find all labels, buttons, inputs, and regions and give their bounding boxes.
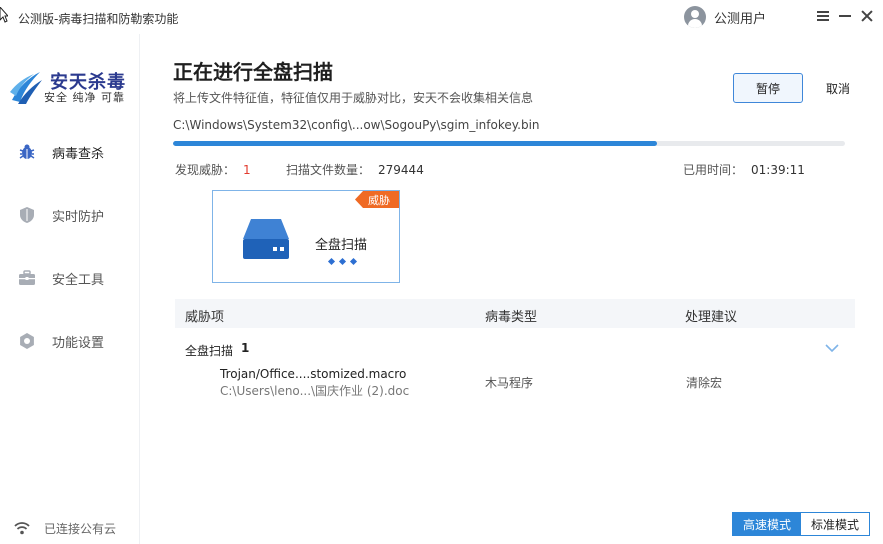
threats-found-value: 1 — [243, 163, 251, 177]
sidebar-item-realtime-protection[interactable]: 实时防护 — [0, 195, 139, 235]
threat-file-path: C:\Users\leno...\国庆作业 (2).doc — [220, 384, 410, 398]
scan-progress-fill — [173, 141, 657, 146]
toolbox-icon — [19, 270, 35, 285]
antiy-logo-icon — [10, 72, 42, 104]
current-scan-path: C:\Windows\System32\config\...ow\SogouPy… — [173, 118, 540, 132]
user-name[interactable]: 公测用户 — [714, 8, 766, 27]
sidebar-item-label: 安全工具 — [52, 273, 105, 288]
threat-group-row[interactable]: 全盘扫描 1 — [175, 339, 855, 361]
scan-mode-switch: 高速模式 标准模式 — [732, 512, 870, 536]
threat-name: Trojan/Office....stomized.macro — [220, 367, 407, 381]
hard-drive-icon — [243, 219, 289, 259]
bug-icon — [19, 144, 35, 159]
threat-group-label: 全盘扫描 — [185, 344, 234, 358]
sidebar-item-label: 实时防护 — [52, 210, 105, 225]
cancel-button[interactable]: 取消 — [813, 73, 863, 103]
cloud-connection-status: 已连接公有云 — [14, 518, 116, 538]
elapsed-time-label: 已用时间： — [683, 163, 744, 177]
table-row[interactable]: Trojan/Office....stomized.macro C:\Users… — [175, 366, 855, 400]
threats-found-label: 发现威胁： — [175, 163, 236, 177]
minimize-button[interactable] — [834, 5, 856, 27]
full-scan-label: 全盘扫描 — [315, 238, 368, 253]
threats-found-stat: 发现威胁： 1 — [175, 161, 251, 178]
user-avatar-icon[interactable] — [684, 6, 706, 28]
threat-badge: 威胁 — [355, 191, 399, 208]
wifi-icon — [14, 522, 30, 535]
shield-icon — [20, 207, 34, 223]
mouse-cursor-icon — [0, 7, 8, 23]
title-bar: 公测版-病毒扫描和防勒索功能 公测用户 — [0, 0, 883, 34]
scanning-dot — [349, 257, 358, 266]
sidebar-item-security-tools[interactable]: 安全工具 — [0, 258, 139, 298]
chevron-down-icon[interactable] — [825, 343, 839, 353]
cloud-status-label: 已连接公有云 — [44, 521, 117, 536]
files-scanned-label: 扫描文件数量： — [286, 163, 371, 177]
sidebar-item-label: 病毒查杀 — [52, 147, 105, 162]
sidebar-item-label: 功能设置 — [52, 336, 105, 351]
menu-line — [817, 15, 829, 17]
page-title: 正在进行全盘扫描 — [173, 60, 333, 84]
minimize-icon — [839, 15, 851, 17]
threat-advice: 清除宏 — [686, 376, 723, 390]
menu-line — [817, 11, 829, 13]
menu-button[interactable] — [812, 5, 834, 27]
scanning-indicator — [327, 257, 358, 266]
files-scanned-value: 279444 — [378, 163, 424, 177]
column-header-advice: 处理建议 — [685, 310, 738, 325]
gear-icon — [20, 333, 34, 349]
sidebar-item-virus-scan[interactable]: 病毒查杀 — [0, 132, 139, 172]
column-header-threat: 威胁项 — [185, 310, 225, 325]
scanning-dot — [327, 257, 336, 266]
close-button[interactable] — [856, 5, 878, 27]
scanning-dot — [338, 257, 347, 266]
user-account[interactable]: 公测用户 — [684, 5, 766, 29]
scan-progress-bar — [173, 141, 845, 146]
app-logo: 安天杀毒 安全 纯净 可靠 — [10, 66, 135, 106]
threat-table-header: 威胁项 病毒类型 处理建议 — [175, 299, 855, 328]
sidebar-item-settings[interactable]: 功能设置 — [0, 321, 139, 361]
sidebar: 安天杀毒 安全 纯净 可靠 病毒查杀 实时防护 安全工具 功能设置 已连接公有云 — [0, 34, 140, 544]
logo-subtitle: 安全 纯净 可靠 — [44, 91, 125, 104]
window-title: 公测版-病毒扫描和防勒索功能 — [18, 12, 179, 26]
threat-virus-type: 木马程序 — [485, 376, 534, 390]
elapsed-time-value: 01:39:11 — [751, 163, 805, 177]
pause-button[interactable]: 暂停 — [733, 73, 803, 103]
main-panel: 正在进行全盘扫描 将上传文件特征值，特征值仅用于威胁对比，安天不会收集相关信息 … — [141, 34, 883, 544]
page-subtitle: 将上传文件特征值，特征值仅用于威胁对比，安天不会收集相关信息 — [173, 91, 534, 105]
elapsed-time-stat: 已用时间： 01:39:11 — [683, 161, 805, 178]
threat-group-count: 1 — [241, 341, 250, 355]
fast-mode-button[interactable]: 高速模式 — [733, 513, 801, 535]
standard-mode-button[interactable]: 标准模式 — [801, 513, 869, 535]
files-scanned-stat: 扫描文件数量： 279444 — [286, 161, 424, 178]
full-scan-card[interactable]: 威胁 全盘扫描 — [212, 190, 400, 283]
column-header-virus-type: 病毒类型 — [485, 310, 538, 325]
menu-line — [817, 19, 829, 21]
